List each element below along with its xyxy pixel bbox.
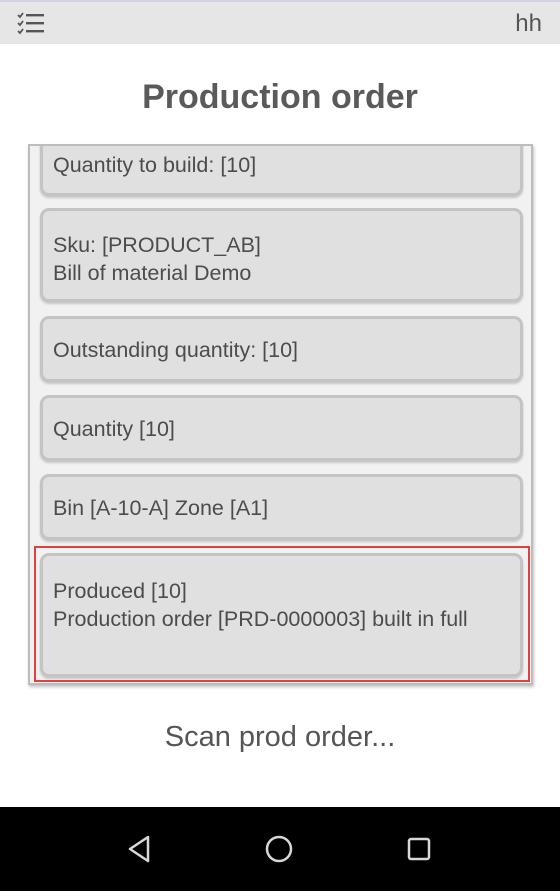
- card-line: Outstanding quantity: [10]: [53, 338, 299, 362]
- list-item-outstanding-quantity[interactable]: Outstanding quantity: [10]: [40, 316, 523, 382]
- back-triangle-icon[interactable]: [120, 829, 160, 869]
- card-line: Quantity [10]: [53, 417, 175, 441]
- list-item-sku[interactable]: Sku: [PRODUCT_AB] Bill of material Demo: [40, 208, 523, 302]
- card-line: Quantity to build: [10]: [53, 153, 257, 177]
- message-list[interactable]: Quantity to build: [10] Sku: [PRODUCT_AB…: [28, 144, 533, 685]
- card-line: Sku: [PRODUCT_AB]: [53, 233, 261, 257]
- card-line: Production order [PRD-0000003] built in …: [53, 607, 468, 631]
- home-circle-icon[interactable]: [259, 829, 299, 869]
- recent-apps-square-icon[interactable]: [399, 829, 439, 869]
- top-bar: hh: [0, 0, 560, 44]
- card-line: Bill of material Demo: [53, 261, 252, 285]
- list-item-bin-zone[interactable]: Bin [A-10-A] Zone [A1]: [40, 474, 523, 540]
- system-navigation-bar: [0, 807, 560, 891]
- list-item-produced[interactable]: Produced [10] Production order [PRD-0000…: [40, 553, 523, 677]
- scan-prompt: Scan prod order...: [164, 721, 396, 753]
- card-line: Produced [10]: [53, 579, 187, 603]
- user-label[interactable]: hh: [515, 10, 542, 38]
- list-item-quantity[interactable]: Quantity [10]: [40, 395, 523, 461]
- checklist-menu-icon[interactable]: [16, 11, 46, 35]
- card-line: Bin [A-10-A] Zone [A1]: [53, 496, 269, 520]
- list-item-quantity-to-build[interactable]: Quantity to build: [10]: [40, 146, 523, 196]
- page-title: Production order: [142, 78, 418, 116]
